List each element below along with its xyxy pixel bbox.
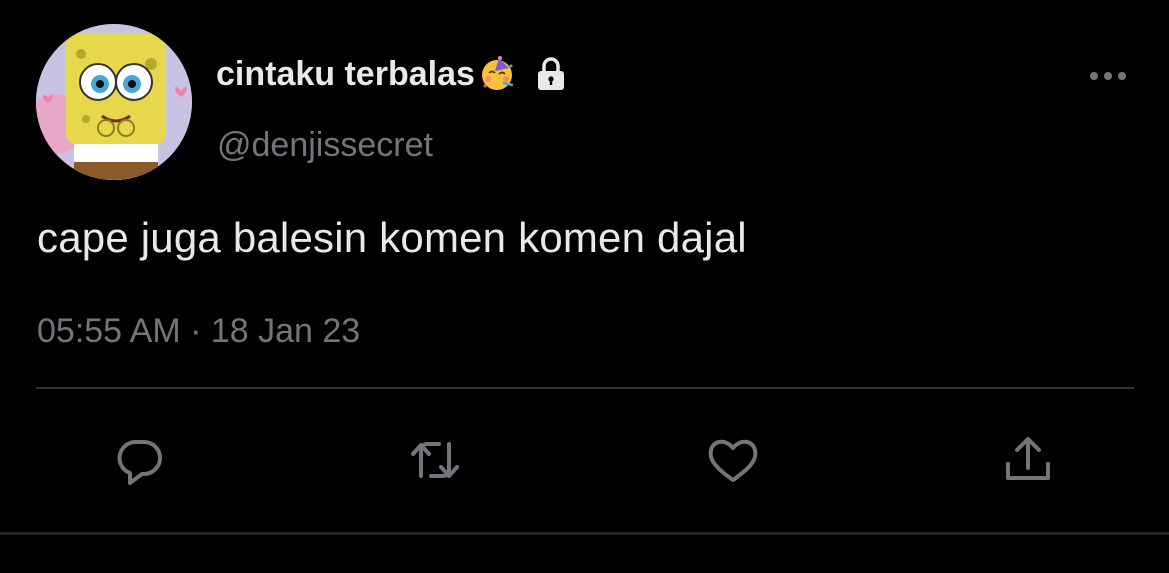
divider — [36, 387, 1134, 389]
retweet-icon — [411, 442, 459, 478]
like-icon — [708, 439, 758, 482]
reply-button[interactable] — [110, 430, 170, 490]
lock-icon — [531, 54, 571, 94]
share-button[interactable] — [998, 430, 1058, 490]
like-button[interactable] — [703, 430, 763, 490]
author-display-name[interactable]: cintaku terbalas — [216, 55, 475, 94]
reply-icon — [117, 439, 162, 485]
author-handle[interactable]: @denjissecret — [217, 126, 433, 165]
retweet-button[interactable] — [405, 430, 465, 490]
share-icon — [1006, 437, 1050, 480]
bottom-divider — [0, 532, 1169, 535]
spongebob-avatar-image — [36, 24, 192, 180]
tweet-text: cape juga balesin komen komen dajal — [37, 214, 747, 261]
avatar[interactable] — [36, 24, 192, 180]
partying-face-icon — [477, 54, 517, 94]
tweet-timestamp[interactable]: 05:55 AM · 18 Jan 23 — [37, 312, 360, 351]
author-name-row[interactable]: cintaku terbalas — [216, 52, 571, 96]
more-options-icon[interactable] — [1086, 62, 1130, 90]
